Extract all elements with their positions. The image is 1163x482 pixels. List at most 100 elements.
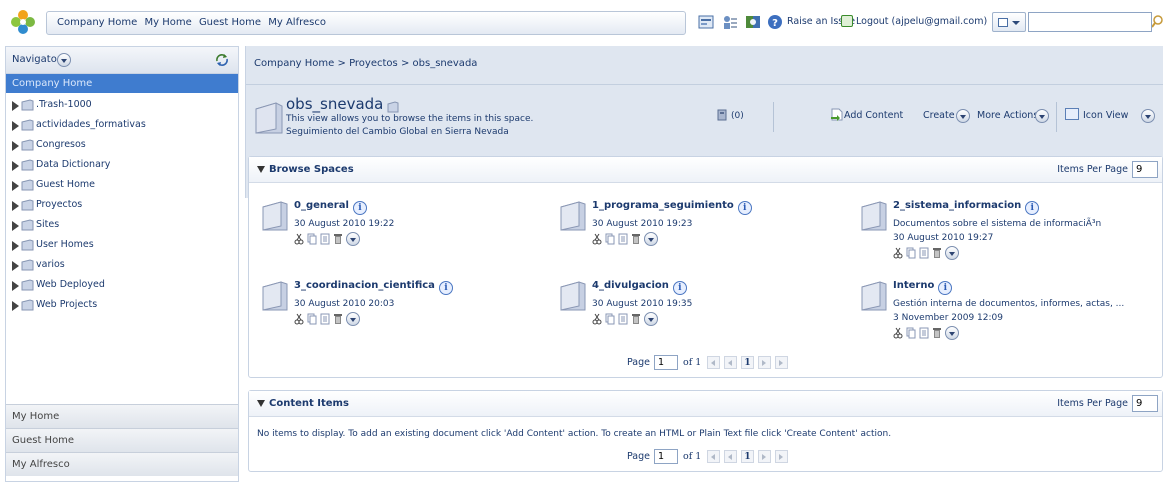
delete-icon[interactable] [932, 327, 942, 339]
cut-icon[interactable] [893, 327, 903, 339]
info-icon[interactable]: i [1025, 201, 1040, 215]
expand-arrow-icon[interactable] [12, 181, 19, 191]
space-name[interactable]: 3_coordinacion_cientifica i [294, 280, 453, 295]
tree-item[interactable]: Congresos [6, 135, 238, 155]
collapse-triangle-icon[interactable] [257, 166, 265, 173]
more-actions-icon[interactable] [945, 326, 959, 340]
details-icon[interactable] [618, 313, 628, 325]
details-icon[interactable] [320, 313, 330, 325]
logout-icon[interactable] [841, 15, 853, 27]
view-mode-menu[interactable]: Icon View [1083, 110, 1128, 121]
tree-item[interactable]: Proyectos [6, 195, 238, 215]
delete-icon[interactable] [631, 233, 641, 245]
add-content-button[interactable]: Add Content [844, 110, 903, 121]
search-input[interactable] [1028, 12, 1152, 32]
space-folder-icon[interactable] [860, 280, 888, 312]
rules-icon[interactable] [716, 109, 728, 121]
cut-icon[interactable] [592, 233, 602, 245]
details-icon[interactable] [320, 233, 330, 245]
users-groups-icon[interactable] [745, 14, 761, 30]
space-tile[interactable]: 2_sistema_informacion i Documentos sobre e… [860, 200, 1150, 270]
space-name-text[interactable]: 3_coordinacion_cientifica [294, 280, 435, 291]
space-name-text[interactable]: 0_general [294, 200, 349, 211]
space-name[interactable]: 1_programa_seguimiento i [592, 200, 752, 215]
top-link-my-alfresco[interactable]: My Alfresco [268, 17, 326, 28]
tree-item[interactable]: varios [6, 255, 238, 275]
space-folder-icon[interactable] [559, 280, 587, 312]
expand-arrow-icon[interactable] [12, 261, 19, 271]
create-dropdown-icon[interactable] [956, 109, 970, 123]
more-actions-dropdown-icon[interactable] [1035, 109, 1049, 123]
shelf-guest-home[interactable]: Guest Home [6, 428, 238, 452]
next-page-icon[interactable] [758, 450, 771, 463]
items-per-page-input[interactable]: 9 [1132, 395, 1158, 412]
space-tile[interactable]: Interno i Gestión interna de documentos, i… [860, 280, 1150, 350]
tree-item[interactable]: .Trash-1000 [6, 95, 238, 115]
cut-icon[interactable] [294, 313, 304, 325]
delete-icon[interactable] [631, 313, 641, 325]
help-icon[interactable]: ? [767, 14, 783, 30]
copy-icon[interactable] [307, 233, 317, 245]
space-folder-icon[interactable] [261, 200, 289, 232]
expand-arrow-icon[interactable] [12, 121, 19, 131]
cut-icon[interactable] [592, 313, 602, 325]
next-page-icon[interactable] [758, 356, 771, 369]
expand-arrow-icon[interactable] [12, 101, 19, 111]
space-name[interactable]: 0_general i [294, 200, 367, 215]
copy-icon[interactable] [605, 313, 615, 325]
breadcrumb-obs-snevada[interactable]: obs_snevada [413, 58, 478, 69]
more-actions-icon[interactable] [644, 312, 658, 326]
user-profile-icon[interactable] [722, 14, 738, 30]
space-details-icon[interactable] [387, 101, 399, 113]
tree-item[interactable]: Data Dictionary [6, 155, 238, 175]
top-link-my-home[interactable]: My Home [144, 17, 191, 28]
browse-spaces-title[interactable]: Browse Spaces [269, 164, 354, 175]
breadcrumb-proyectos[interactable]: Proyectos [349, 58, 398, 69]
space-name[interactable]: 2_sistema_informacion i [893, 200, 1040, 215]
space-tile[interactable]: 3_coordinacion_cientifica i 30 August 2010… [261, 280, 551, 350]
more-actions-icon[interactable] [945, 246, 959, 260]
first-page-icon[interactable] [707, 450, 720, 463]
details-icon[interactable] [618, 233, 628, 245]
more-actions-icon[interactable] [644, 232, 658, 246]
rules-count[interactable]: (0) [731, 111, 744, 121]
space-name-text[interactable]: 4_divulgacion [592, 280, 669, 291]
breadcrumb-company-home[interactable]: Company Home [254, 58, 334, 69]
navigator-current-node[interactable]: Company Home [6, 74, 238, 93]
copy-icon[interactable] [906, 247, 916, 259]
tree-item[interactable]: Web Projects [6, 295, 238, 315]
cut-icon[interactable] [294, 233, 304, 245]
alfresco-logo[interactable] [10, 9, 36, 35]
more-actions-menu[interactable]: More Actions [977, 110, 1038, 121]
add-content-icon[interactable] [831, 108, 843, 121]
copy-icon[interactable] [307, 313, 317, 325]
details-icon[interactable] [919, 247, 929, 259]
space-name-text[interactable]: 2_sistema_informacion [893, 200, 1021, 211]
first-page-icon[interactable] [707, 356, 720, 369]
delete-icon[interactable] [333, 233, 343, 245]
details-icon[interactable] [919, 327, 929, 339]
expand-arrow-icon[interactable] [12, 301, 19, 311]
search-options-dropdown[interactable] [992, 12, 1026, 32]
collapse-triangle-icon[interactable] [257, 400, 265, 407]
navigator-dropdown-button[interactable] [57, 53, 71, 67]
view-dropdown-icon[interactable] [1141, 109, 1155, 123]
last-page-icon[interactable] [775, 450, 788, 463]
space-tile[interactable]: 0_general i 30 August 2010 19:22 [261, 200, 551, 270]
tree-item[interactable]: User Homes [6, 235, 238, 255]
cut-icon[interactable] [893, 247, 903, 259]
info-icon[interactable]: i [938, 281, 953, 295]
expand-arrow-icon[interactable] [12, 281, 19, 291]
prev-page-icon[interactable] [724, 356, 737, 369]
prev-page-icon[interactable] [724, 450, 737, 463]
top-link-guest-home[interactable]: Guest Home [199, 17, 261, 28]
content-items-title[interactable]: Content Items [269, 398, 349, 409]
page-input[interactable]: 1 [654, 355, 678, 370]
space-name[interactable]: Interno i [893, 280, 953, 295]
space-name-text[interactable]: 1_programa_seguimiento [592, 200, 734, 211]
items-per-page-input[interactable]: 9 [1132, 161, 1158, 178]
space-folder-icon[interactable] [261, 280, 289, 312]
copy-icon[interactable] [605, 233, 615, 245]
space-tile[interactable]: 4_divulgacion i 30 August 2010 19:35 [559, 280, 849, 350]
copy-icon[interactable] [906, 327, 916, 339]
